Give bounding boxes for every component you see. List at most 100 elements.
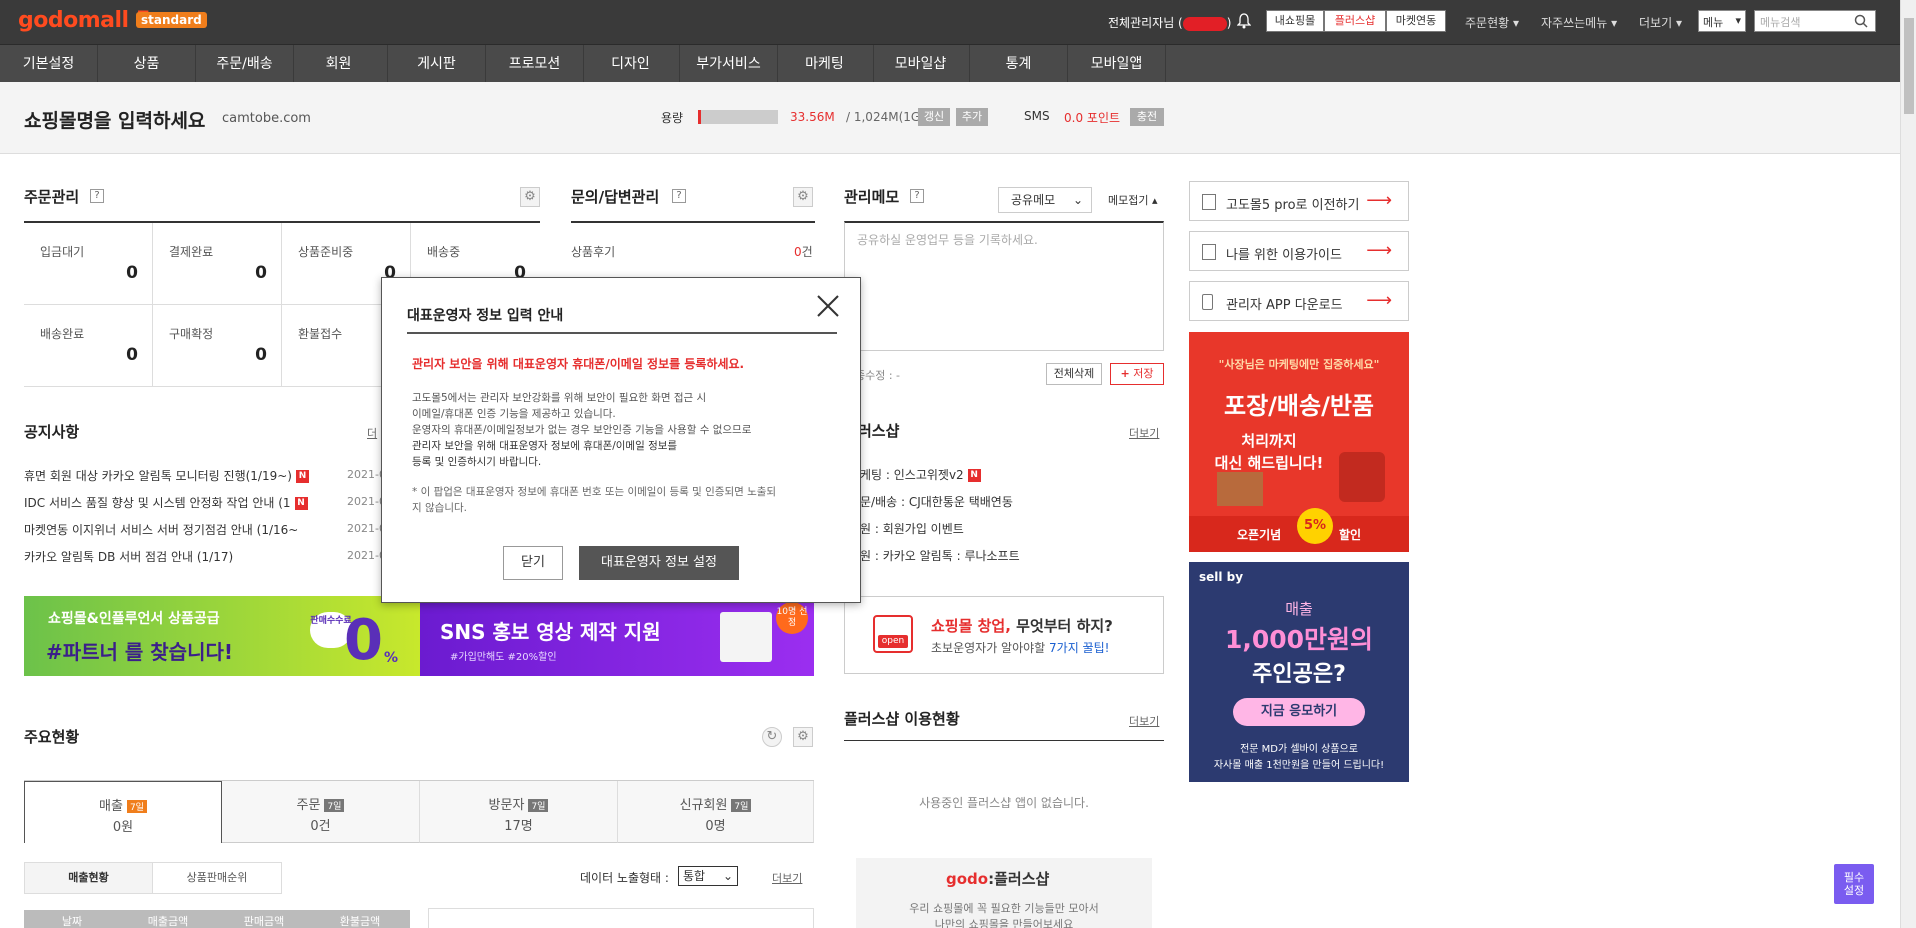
inquiry-review-count[interactable]: 0건: [794, 243, 813, 260]
nav-mobile-shop[interactable]: 모바일샵: [872, 45, 970, 83]
search-icon[interactable]: [1854, 14, 1868, 28]
nav-basic-settings[interactable]: 기본설정: [0, 45, 98, 83]
nav-mobile-app[interactable]: 모바일앱: [1068, 45, 1166, 83]
logo[interactable]: godomall 5: [18, 8, 151, 33]
order-cell-delivered[interactable]: 배송완료 0: [24, 305, 153, 387]
required-settings-button[interactable]: 필수 설정: [1834, 864, 1874, 904]
plusshop-promo[interactable]: godo:플러스샵 우리 쇼핑몰에 꼭 필요한 기능들만 모아서 나만의 쇼핑몰…: [856, 858, 1152, 928]
shop-title[interactable]: 쇼핑몰명을 입력하세요: [24, 106, 205, 133]
plusshop-item[interactable]: 케팅 : 인스고위젯v2 N: [860, 466, 981, 483]
order-cell-value: 0: [255, 345, 267, 365]
open-sign-text: open: [878, 635, 908, 648]
banner-text: #가입만해도 #20%할인: [450, 652, 557, 663]
close-icon[interactable]: [814, 292, 842, 320]
notice-item[interactable]: IDC 서비스 품질 향상 및 시스템 안정화 작업 안내 (1 N: [24, 494, 308, 511]
stats-tab-visitors[interactable]: 방문자 7일 17명: [420, 781, 618, 843]
help-icon[interactable]: ?: [910, 189, 924, 203]
stats-tab-value: 0건: [310, 819, 331, 834]
nav-members[interactable]: 회원: [290, 45, 388, 83]
gear-icon[interactable]: ⚙: [793, 727, 813, 747]
plusshop-more-link[interactable]: 더보기: [1129, 425, 1159, 441]
fulfillment-ad-banner[interactable]: "사장님은 마케팅에만 집중하세요" 포장/배송/반품 처리까지 대신 해드립니…: [1189, 332, 1409, 552]
my-shop-button[interactable]: 내쇼핑몰: [1266, 10, 1324, 32]
stats-tab-new-members[interactable]: 신규회원 7일 0명: [618, 781, 814, 843]
link-label: 관리자 APP 다운로드: [1226, 298, 1343, 313]
market-link-button[interactable]: 마켓연동: [1386, 10, 1446, 32]
apply-now-button[interactable]: 지금 응모하기: [1233, 698, 1365, 726]
bell-icon[interactable]: [1236, 13, 1252, 29]
refresh-icon[interactable]: ↻: [762, 727, 782, 747]
nav-statistics[interactable]: 통계: [970, 45, 1068, 83]
plusshop-status-more-link[interactable]: 더보기: [1129, 713, 1159, 729]
new-badge: N: [295, 470, 309, 483]
stats-more-link[interactable]: 더보기: [772, 870, 802, 886]
sns-video-banner[interactable]: SNS 홍보 영상 제작 지원 #가입만해도 #20%할인 10명 선정: [420, 596, 814, 676]
shop-domain[interactable]: camtobe.com: [222, 111, 311, 126]
nav-products[interactable]: 상품: [98, 45, 196, 83]
banner-headline: SNS 홍보 영상 제작 지원: [440, 620, 661, 644]
nav-design[interactable]: 디자인: [582, 45, 680, 83]
plusshop-empty-message: 사용중인 플러스샵 앱이 없습니다.: [919, 796, 1089, 810]
memo-last-modified: 종수정 : -: [855, 369, 901, 382]
plus-shop-button[interactable]: 플러스샵: [1324, 10, 1386, 32]
memo-save-button[interactable]: + 저장: [1110, 363, 1164, 385]
memo-textarea[interactable]: 공유하실 운영업무 등을 기록하세요.: [844, 221, 1164, 351]
admin-app-download-link[interactable]: 관리자 APP 다운로드 ⟶: [1189, 281, 1409, 321]
admin-name[interactable]: 전체관리자님 (): [1108, 14, 1231, 31]
gear-icon[interactable]: ⚙: [793, 187, 813, 207]
data-display-label: 데이터 노출형태 :: [580, 871, 669, 885]
ad-tagline: "사장님은 마케팅에만 집중하세요": [1218, 358, 1380, 371]
plusshop-item[interactable]: 문/배송 : CJ대한통운 택배연동: [860, 493, 1013, 510]
nav-marketing[interactable]: 마케팅: [776, 45, 874, 83]
scrollbar-thumb[interactable]: [1904, 18, 1914, 114]
sub-tab-sales-status[interactable]: 매출현황: [25, 863, 153, 893]
order-status-dropdown[interactable]: 주문현황 ▾: [1465, 14, 1519, 31]
new-badge: N: [294, 497, 308, 510]
plusshop-item[interactable]: 원 : 카카오 알림톡 : 루나소프트: [860, 547, 1020, 564]
stats-tab-value: 0명: [705, 819, 726, 834]
calendar-badge: 7일: [126, 800, 147, 813]
order-cell-confirmed[interactable]: 구매확정 0: [153, 305, 282, 387]
nav-board[interactable]: 게시판: [388, 45, 486, 83]
nav-orders[interactable]: 주문/배송: [196, 45, 294, 83]
capacity-add-button[interactable]: 추가: [956, 108, 988, 126]
gear-icon[interactable]: ⚙: [520, 187, 540, 207]
memo-type-select[interactable]: 공유메모 ⌄: [998, 187, 1092, 213]
notice-item[interactable]: 마켓연동 이지위너 서비스 서버 정기점검 안내 (1/16~: [24, 521, 298, 538]
notice-more-link[interactable]: 더: [367, 425, 377, 441]
stats-tab-orders[interactable]: 주문 7일 0건: [222, 781, 420, 843]
sellby-ad-banner[interactable]: sell by 매출 1,000만원의 주인공은? 지금 응모하기 전문 MD가…: [1189, 562, 1409, 782]
inquiry-review-label[interactable]: 상품후기: [571, 243, 615, 260]
user-guide-link[interactable]: 나를 위한 이용가이드 ⟶: [1189, 231, 1409, 271]
help-icon[interactable]: ?: [90, 189, 104, 203]
help-icon[interactable]: ?: [672, 189, 686, 203]
menu-select[interactable]: 메뉴 ▾: [1698, 10, 1746, 32]
plus-icon: +: [1120, 367, 1130, 380]
favorite-menu-dropdown[interactable]: 자주쓰는메뉴 ▾: [1541, 14, 1617, 31]
startup-tips-banner[interactable]: open 쇼핑몰 창업, 무엇부터 하지? 초보운영자가 알아야할 7가지 꿀팁…: [844, 596, 1164, 674]
nav-promotion[interactable]: 프로모션: [486, 45, 584, 83]
plusshop-item[interactable]: 원 : 회원가입 이벤트: [860, 520, 964, 537]
sms-charge-button[interactable]: 충전: [1130, 108, 1164, 126]
stats-tab-label: 신규회원 7일: [618, 794, 813, 813]
stats-tab-sales[interactable]: 매출 7일 0원: [24, 781, 222, 843]
memo-fold-toggle[interactable]: 메모접기 ▴: [1108, 192, 1158, 208]
notice-item[interactable]: 휴면 회원 대상 카카오 알림톡 모니터링 진행(1/19~) N: [24, 467, 309, 484]
capacity-renew-button[interactable]: 갱신: [918, 108, 950, 126]
sub-tab-product-ranking[interactable]: 상품판매순위: [153, 863, 281, 893]
modal-close-button[interactable]: 닫기: [503, 546, 563, 580]
representative-info-setup-button[interactable]: 대표운영자 정보 설정: [579, 546, 739, 580]
memo-delete-all-button[interactable]: 전체삭제: [1046, 363, 1102, 385]
banner-headline: #파트너 를 찾습니다!: [46, 640, 234, 664]
order-cell-pending-deposit[interactable]: 입금대기 0: [24, 223, 153, 305]
nav-addon-services[interactable]: 부가서비스: [680, 45, 778, 83]
migrate-to-pro-link[interactable]: 고도몰5 pro로 이전하기 ⟶: [1189, 181, 1409, 221]
data-display-select[interactable]: 통합 ⌄: [678, 866, 738, 886]
order-cell-paid[interactable]: 결제완료 0: [153, 223, 282, 305]
page-scrollbar[interactable]: [1900, 0, 1916, 928]
partner-banner[interactable]: 쇼핑몰&인플루언서 상품공급 #파트너 를 찾습니다! 판매수수료 0 %: [24, 596, 420, 676]
notice-item[interactable]: 카카오 알림톡 DB 서버 점검 안내 (1/17): [24, 548, 233, 565]
delivery-person-illustration: [1339, 452, 1385, 502]
modal-body-line: 고도몰5에서는 관리자 보안강화를 위해 보안이 필요한 화면 접근 시: [412, 392, 707, 404]
more-dropdown[interactable]: 더보기 ▾: [1639, 14, 1682, 31]
